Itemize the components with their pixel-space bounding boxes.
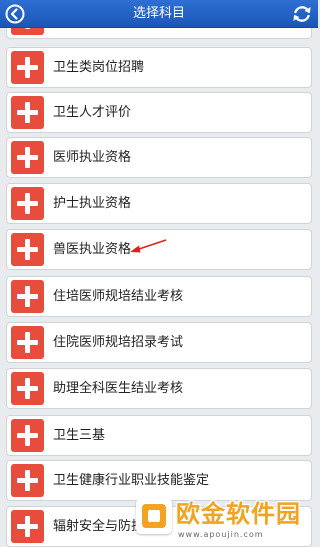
list-item[interactable]: 卫生三基 [6, 415, 312, 456]
list-item[interactable]: 护士执业资格 [6, 183, 312, 224]
list-item[interactable] [6, 28, 312, 39]
plus-icon[interactable] [11, 419, 44, 452]
list-item-label: 卫生类岗位招聘 [53, 60, 145, 75]
list-item-label: 住院医师规培招录考试 [53, 335, 184, 350]
list-item[interactable]: 卫生人才评价 [6, 92, 312, 133]
watermark-logo-icon [136, 498, 172, 534]
page-title: 选择科目 [132, 6, 185, 21]
list-item-label: 卫生人才评价 [53, 105, 132, 120]
list-item[interactable]: 卫生类岗位招聘 [6, 47, 312, 88]
list-item-label: 卫生三基 [53, 428, 106, 443]
list-item-label: 卫生健康行业职业技能鉴定 [53, 473, 210, 488]
plus-icon[interactable] [11, 372, 44, 405]
refresh-icon[interactable] [291, 3, 313, 25]
plus-icon[interactable] [11, 96, 44, 129]
list-item[interactable]: 住院医师规培招录考试 [6, 322, 312, 363]
plus-icon[interactable] [11, 141, 44, 174]
plus-icon[interactable] [11, 187, 44, 220]
list-item-label: 住培医师规培结业考核 [53, 289, 184, 304]
list-item-label: 护士执业资格 [53, 196, 132, 211]
list-item[interactable]: 卫生健康行业职业技能鉴定 [6, 460, 312, 501]
plus-icon[interactable] [11, 28, 44, 35]
list-item-label: 助理全科医生结业考核 [53, 381, 184, 396]
plus-icon[interactable] [11, 51, 44, 84]
plus-icon[interactable] [11, 326, 44, 359]
list-item[interactable]: 医师执业资格 [6, 137, 312, 178]
plus-icon[interactable] [11, 280, 44, 313]
top-bar: 选择科目 [0, 0, 318, 28]
site-watermark: 欧金软件园 www.apoujin.com [136, 496, 316, 544]
plus-icon[interactable] [11, 464, 44, 497]
partial-list-item [0, 28, 318, 40]
plus-icon[interactable] [11, 233, 44, 266]
watermark-url: www.apoujin.com [178, 530, 264, 539]
list-item[interactable]: 助理全科医生结业考核 [6, 368, 312, 409]
annotation-arrow-icon [130, 239, 167, 253]
list-item-label: 兽医执业资格 [53, 242, 132, 257]
plus-icon[interactable] [11, 510, 44, 543]
watermark-title: 欧金软件园 [176, 500, 301, 528]
list-item-label: 医师执业资格 [53, 150, 132, 165]
list-item[interactable]: 住培医师规培结业考核 [6, 276, 312, 317]
